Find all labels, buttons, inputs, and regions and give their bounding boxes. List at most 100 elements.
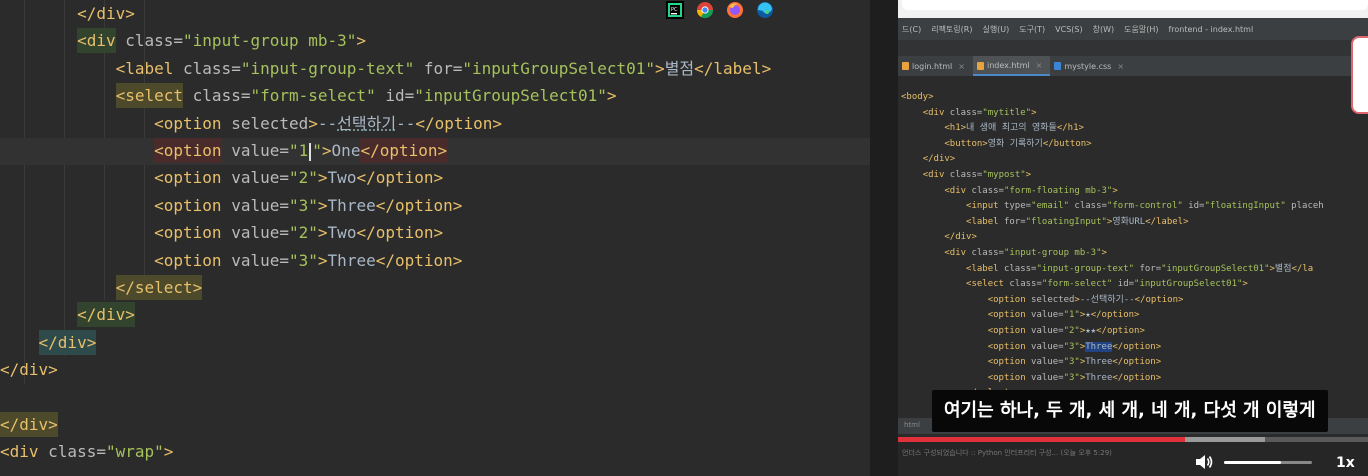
- close-icon[interactable]: ×: [958, 62, 965, 71]
- code-token: </option>: [356, 168, 444, 188]
- chrome-icon[interactable]: [694, 0, 716, 20]
- code-line: <label class="input-group-text" for="inp…: [901, 262, 1313, 278]
- code-token: class=: [115, 31, 184, 51]
- code-token: "2": [289, 168, 318, 188]
- tab-label: login.html: [912, 61, 953, 71]
- code-token: </la: [1291, 263, 1314, 274]
- code-token: </option>: [1096, 326, 1145, 336]
- code-editor[interactable]: </div> <div class="input-group mb-3"> <l…: [0, 0, 870, 476]
- code-token: </div>: [0, 360, 58, 380]
- code-token: "1: [289, 141, 309, 160]
- code-token: "1": [1063, 310, 1080, 321]
- code-token: selected: [1025, 294, 1075, 305]
- code-token: class=: [966, 248, 1004, 258]
- code-token: <option: [154, 113, 222, 133]
- code-token: <option: [154, 195, 222, 215]
- code-token: "form-select": [1041, 279, 1113, 290]
- code-token: <option: [987, 294, 1026, 305]
- code-token: <option: [154, 138, 222, 163]
- menu-item[interactable]: 실행(U): [982, 24, 1009, 35]
- code-token: 영화URL: [1112, 216, 1146, 227]
- playback-speed[interactable]: 1x: [1336, 455, 1355, 471]
- code-token: "form-control": [1106, 201, 1183, 212]
- code-token: "inputGroupSelect01": [1161, 263, 1270, 274]
- code-token: placeh: [1285, 201, 1324, 212]
- code-line: </div>: [0, 329, 97, 356]
- code-token: >: [1112, 185, 1118, 196]
- code-token: "inputGroupSelect01": [414, 86, 607, 106]
- code-line: <option value="3">Three</option>: [0, 247, 462, 274]
- editor-tab[interactable]: mystyle.css ×: [1050, 56, 1132, 76]
- code-token: </option>: [1112, 357, 1162, 368]
- code-token: "3": [289, 250, 318, 270]
- editor-tab[interactable]: index.html ×: [972, 56, 1051, 76]
- menu-item[interactable]: 도움말(H): [1124, 24, 1158, 35]
- menu-item[interactable]: frontend - index.html: [1168, 25, 1253, 34]
- pycharm-icon[interactable]: PC: [664, 0, 686, 20]
- volume-icon[interactable]: [1194, 453, 1214, 471]
- code-token: </div>: [77, 302, 135, 328]
- menu-item[interactable]: 도구(T): [1019, 24, 1045, 35]
- code-line: </div>: [0, 411, 58, 438]
- code-token: >: [317, 168, 328, 188]
- code-token: Three: [327, 250, 376, 270]
- menu-item[interactable]: 창(W): [1093, 24, 1115, 35]
- code-token: class=: [1003, 279, 1042, 290]
- code-token: class=: [966, 185, 1004, 196]
- code-token: </option>: [415, 113, 503, 133]
- edge-icon[interactable]: [754, 0, 776, 20]
- editor-tab[interactable]: login.html ×: [898, 56, 973, 76]
- code-token: value=: [1025, 341, 1064, 352]
- close-icon[interactable]: ×: [1117, 62, 1124, 71]
- code-token: </label>: [1145, 216, 1189, 227]
- overlay-card: [1351, 36, 1368, 114]
- code-token: >: [1242, 279, 1248, 290]
- code-token: <option: [987, 357, 1026, 368]
- code-token: "inputGroupSelect01": [462, 58, 656, 78]
- code-token: </h1>: [1056, 123, 1084, 134]
- code-token: </option>: [1112, 372, 1162, 383]
- code-token: </option>: [375, 250, 463, 270]
- menu-item[interactable]: 리팩토링(R): [931, 24, 972, 35]
- code-token: "floatingInput": [1025, 216, 1107, 227]
- code-token: value=: [221, 168, 289, 188]
- code-token: >: [163, 442, 174, 462]
- video-player[interactable]: 드(C) 리팩토링(R) 실행(U) 도구(T) VCS(S) 창(W) 도움말(H) fro…: [898, 0, 1368, 476]
- code-token: "3": [1063, 341, 1080, 352]
- code-token: >: [606, 86, 617, 106]
- ide-tab-bar: login.html × index.html × mystyle.css ×: [898, 56, 1368, 76]
- menu-item[interactable]: 드(C): [902, 24, 921, 35]
- code-line: </div>: [901, 230, 977, 246]
- menu-item[interactable]: VCS(S): [1055, 25, 1082, 34]
- code-token: </select>: [115, 275, 203, 300]
- firefox-icon[interactable]: [724, 0, 746, 20]
- code-token: id=: [1112, 279, 1135, 290]
- code-token: <div: [77, 28, 116, 54]
- code-token: "input-group-text": [240, 58, 415, 78]
- code-token: value=: [1025, 310, 1064, 321]
- code-token: value=: [221, 223, 289, 243]
- close-icon[interactable]: ×: [1036, 61, 1043, 70]
- code-token: 선택하기: [337, 113, 397, 133]
- window-divider: [870, 0, 898, 476]
- code-token: "2": [1063, 326, 1080, 336]
- code-line: <body>: [901, 90, 934, 106]
- code-line: <div class="wrap">: [0, 438, 173, 465]
- code-token: </div>: [944, 232, 977, 243]
- code-token: value=: [221, 141, 289, 160]
- code-token: class=: [998, 263, 1037, 274]
